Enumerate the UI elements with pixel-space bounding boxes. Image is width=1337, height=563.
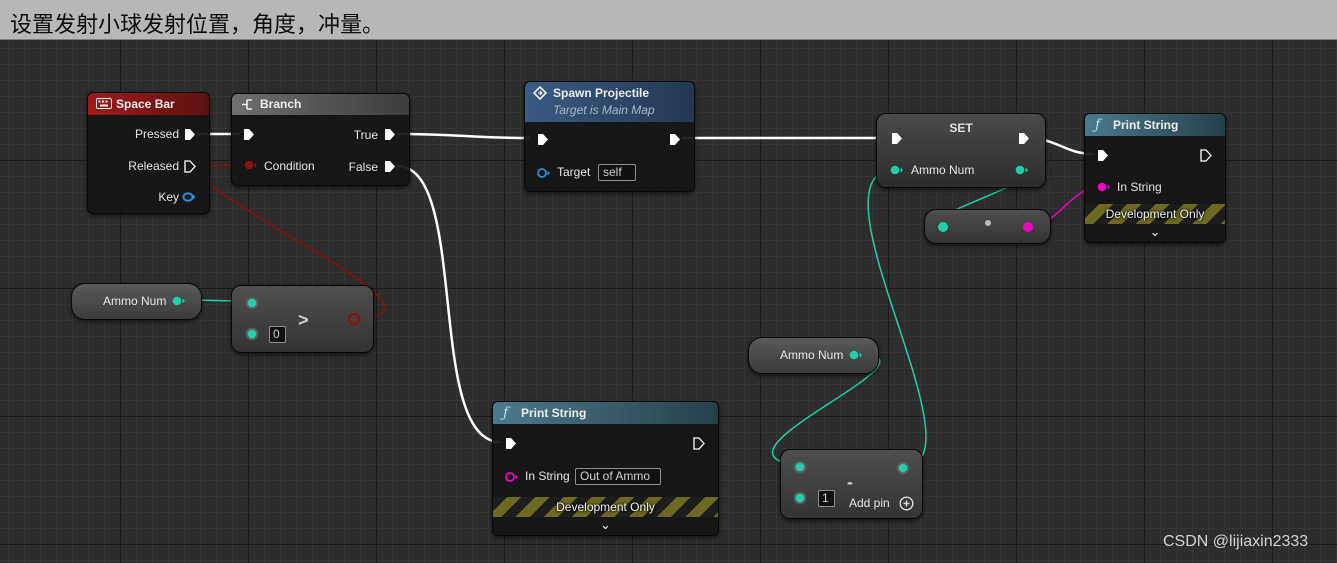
print-top-exec-out-pin[interactable] — [1200, 149, 1212, 162]
print-top-header: ƒ Print String — [1085, 114, 1225, 136]
print-top-expand-icon[interactable]: ⌄ — [1085, 225, 1225, 238]
print-top-in-string-pin[interactable] — [1097, 182, 1111, 192]
subtract-b-pin[interactable] — [793, 491, 807, 505]
print-string-node-top[interactable]: ƒ Print String In String Development Onl… — [1084, 113, 1226, 243]
spawn-exec-out-pin[interactable] — [669, 133, 681, 146]
print-bottom-exec-out-pin[interactable] — [693, 437, 705, 450]
branch-true-label: True — [353, 128, 378, 142]
comment-box-header[interactable]: 设置发射小球发射位置，角度，冲量。 — [0, 0, 1337, 40]
space-bar-event-node[interactable]: Space Bar Pressed Released Key — [87, 92, 210, 214]
greater-a-pin[interactable] — [245, 296, 259, 310]
subtract-node[interactable]: 1 - Add pin — [780, 449, 923, 519]
spawn-title: Spawn Projectile — [553, 86, 650, 100]
ammo-num-getter-2-label: Ammo Num — [780, 348, 844, 362]
branch-false-label: False — [348, 160, 378, 174]
ammo-num-getter-node-2[interactable]: Ammo Num — [748, 337, 879, 374]
print-bottom-in-string-label: In String — [525, 469, 570, 483]
ammo-num-out-pin[interactable] — [172, 296, 186, 306]
greater-b-value[interactable]: 0 — [269, 326, 286, 343]
csdn-watermark: CSDN @lijiaxin2333 — [1163, 533, 1309, 550]
branch-icon — [242, 99, 252, 110]
keyboard-icon — [96, 98, 112, 109]
pressed-exec-pin[interactable] — [184, 128, 196, 141]
branch-header: Branch — [232, 94, 409, 115]
subtract-a-pin[interactable] — [793, 460, 807, 474]
print-top-dev-only-label: Development Only — [1105, 207, 1205, 221]
spawn-header: Spawn Projectile Target is Main Map — [525, 82, 694, 122]
branch-false-exec-pin[interactable] — [384, 160, 396, 173]
add-pin-label[interactable]: Add pin — [849, 496, 890, 510]
set-ammo-label: Ammo Num — [911, 163, 975, 177]
subtract-result-pin[interactable] — [896, 461, 910, 475]
print-bottom-in-string-pin[interactable] — [505, 472, 519, 482]
ammo-num-2-out-pin[interactable] — [849, 350, 863, 360]
target-self-value[interactable]: self — [598, 164, 636, 181]
print-bottom-expand-icon[interactable]: ⌄ — [493, 518, 718, 531]
target-label: Target — [557, 165, 591, 179]
subtract-b-value[interactable]: 1 — [818, 490, 835, 507]
ammo-num-getter-label: Ammo Num — [103, 294, 167, 308]
set-ammo-num-node[interactable]: SET Ammo Num — [876, 113, 1046, 188]
comment-title: 设置发射小球发射位置，角度，冲量。 — [10, 13, 385, 38]
conversion-in-pin[interactable] — [936, 221, 950, 233]
set-exec-out-pin[interactable] — [1018, 132, 1030, 145]
condition-label: Condition — [264, 159, 315, 173]
print-top-title: Print String — [1113, 118, 1179, 132]
condition-bool-pin[interactable] — [244, 160, 258, 170]
pressed-label: Pressed — [134, 127, 179, 141]
print-bottom-exec-in-pin[interactable] — [505, 437, 517, 450]
released-label: Released — [128, 159, 179, 173]
conversion-out-pin[interactable] — [1021, 221, 1035, 233]
print-bottom-header: ƒ Print String — [493, 402, 718, 424]
greater-than-node[interactable]: 0 > — [231, 285, 374, 353]
key-label: Key — [158, 190, 179, 204]
spawn-projectile-node[interactable]: Spawn Projectile Target is Main Map Targ… — [524, 81, 695, 192]
spawn-exec-in-pin[interactable] — [537, 133, 549, 146]
space-bar-title: Space Bar — [116, 97, 175, 111]
function-icon: ƒ — [503, 405, 509, 421]
greater-b-pin[interactable] — [245, 327, 259, 341]
print-top-in-string-label: In String — [1117, 180, 1162, 194]
add-pin-plus-icon[interactable] — [899, 496, 914, 511]
print-bottom-dev-only-label: Development Only — [556, 500, 655, 514]
target-object-pin[interactable] — [537, 168, 551, 178]
released-exec-pin[interactable] — [184, 160, 196, 173]
print-bottom-title: Print String — [521, 406, 587, 420]
set-exec-in-pin[interactable] — [891, 132, 903, 145]
function-call-icon — [533, 86, 547, 100]
greater-result-pin[interactable] — [347, 312, 361, 326]
int-to-string-conversion-node[interactable] — [924, 209, 1051, 244]
print-bottom-in-string-value[interactable]: Out of Ammo — [575, 468, 661, 485]
ammo-num-getter-node[interactable]: Ammo Num — [71, 283, 202, 320]
branch-true-exec-pin[interactable] — [384, 128, 396, 141]
spawn-subtitle: Target is Main Map — [553, 103, 655, 117]
subtract-symbol: - — [847, 472, 853, 492]
set-ammo-out-pin[interactable] — [1015, 165, 1029, 175]
print-string-node-bottom[interactable]: ƒ Print String In String Out of Ammo Dev… — [492, 401, 719, 536]
set-ammo-in-pin[interactable] — [890, 165, 904, 175]
branch-title: Branch — [260, 97, 302, 111]
print-top-exec-in-pin[interactable] — [1097, 149, 1109, 162]
branch-exec-in-pin[interactable] — [243, 128, 255, 141]
function-icon: ƒ — [1095, 117, 1101, 133]
space-bar-header: Space Bar — [88, 93, 209, 115]
key-struct-pin[interactable] — [182, 192, 196, 202]
greater-than-symbol: > — [298, 310, 309, 330]
branch-node[interactable]: Branch True Condition False — [231, 93, 410, 186]
conversion-dot-icon — [985, 220, 991, 226]
